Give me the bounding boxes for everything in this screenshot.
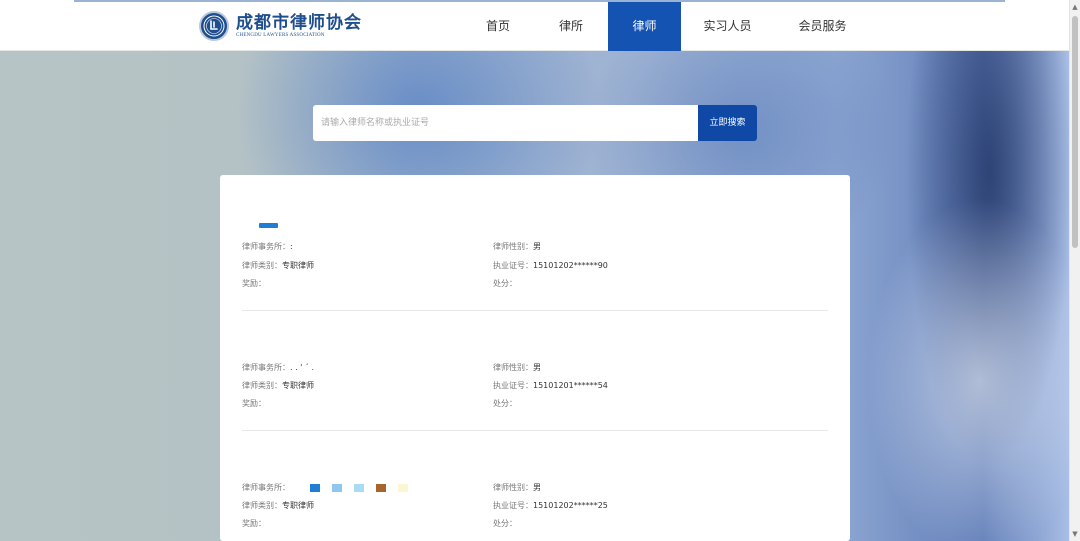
lawyer-search-input[interactable]	[313, 105, 698, 141]
punishment-label: 处分：	[493, 399, 517, 408]
type-row: 律师类别：专职律师	[242, 501, 314, 511]
license-label: 执业证号：	[493, 501, 533, 510]
award-label: 奖励：	[242, 399, 266, 408]
type-label: 律师类别：	[242, 501, 282, 510]
type-row: 律师类别：专职律师	[242, 261, 314, 271]
license-label: 执业证号：	[493, 381, 533, 390]
site-logo[interactable]: 成都市律师协会 CHENGDU LAWYERS ASSOCIATION	[199, 11, 362, 41]
license-row: 执业证号：15101202******25	[493, 501, 608, 511]
firm-value: :	[290, 242, 293, 251]
scroll-thumb[interactable]	[1072, 16, 1078, 248]
redaction-mark	[332, 483, 342, 492]
results-card: 律师事务所：: 律师性别：男 律师类别：专职律师 执业证号：15101202**…	[220, 175, 850, 541]
firm-row: 律师事务所：	[242, 483, 420, 493]
punishment-row: 处分：	[493, 279, 517, 289]
association-emblem-icon	[199, 11, 229, 41]
firm-row: 律师事务所：. . ' ´ .	[242, 363, 314, 373]
license-value: 15101201******54	[533, 381, 608, 390]
license-label: 执业证号：	[493, 261, 533, 270]
nav-home[interactable]: 首页	[462, 2, 534, 51]
gender-value: 男	[533, 363, 541, 372]
nav-law-firms[interactable]: 律所	[534, 2, 608, 51]
search-button[interactable]: 立即搜索	[698, 105, 757, 141]
nav-member-services[interactable]: 会员服务	[774, 2, 871, 51]
award-label: 奖励：	[242, 279, 266, 288]
firm-value: . . ' ´ .	[290, 363, 314, 372]
award-row: 奖励：	[242, 519, 266, 529]
nav-interns[interactable]: 实习人员	[681, 2, 774, 51]
redaction-mark	[398, 483, 408, 492]
page-scrollbar[interactable]: ▲ ▼	[1069, 0, 1080, 541]
gender-label: 律师性别：	[493, 483, 533, 492]
gender-row: 律师性别：男	[493, 483, 541, 493]
punishment-label: 处分：	[493, 519, 517, 528]
license-row: 执业证号：15101201******54	[493, 381, 608, 391]
type-label: 律师类别：	[242, 261, 282, 270]
gender-row: 律师性别：男	[493, 242, 541, 252]
main-nav: 首页 律所 律师 实习人员 会员服务	[462, 2, 871, 51]
nav-lawyers[interactable]: 律师	[608, 2, 681, 51]
type-row: 律师类别：专职律师	[242, 381, 314, 391]
logo-title: 成都市律师协会	[236, 12, 362, 33]
award-row: 奖励：	[242, 399, 266, 409]
redacted-name	[259, 223, 278, 228]
type-label: 律师类别：	[242, 381, 282, 390]
punishment-label: 处分：	[493, 279, 517, 288]
firm-label: 律师事务所：	[242, 242, 290, 251]
scroll-down-icon[interactable]: ▼	[1070, 529, 1080, 539]
firm-label: 律师事务所：	[242, 363, 290, 372]
license-value: 15101202******90	[533, 261, 608, 270]
punishment-row: 处分：	[493, 399, 517, 409]
site-header: 成都市律师协会 CHENGDU LAWYERS ASSOCIATION 首页 律…	[0, 2, 1069, 51]
lawyer-result-item[interactable]: 律师事务所：: 律师性别：男 律师类别：专职律师 执业证号：15101202**…	[242, 175, 828, 311]
lawyer-result-item[interactable]: 律师事务所：. . ' ´ . 律师性别：男 律师类别：专职律师 执业证号：15…	[242, 311, 828, 431]
type-value: 专职律师	[282, 501, 314, 510]
firm-row: 律师事务所：:	[242, 242, 293, 252]
license-row: 执业证号：15101202******90	[493, 261, 608, 271]
scroll-up-icon[interactable]: ▲	[1070, 2, 1080, 12]
award-row: 奖励：	[242, 279, 266, 289]
gender-row: 律师性别：男	[493, 363, 541, 373]
punishment-row: 处分：	[493, 519, 517, 529]
type-value: 专职律师	[282, 381, 314, 390]
lawyer-result-item[interactable]: 律师事务所： 律师性别：男 律师类别：专职律师 执业证号：15101202***…	[242, 431, 828, 541]
redaction-mark	[354, 483, 364, 492]
gender-label: 律师性别：	[493, 363, 533, 372]
type-value: 专职律师	[282, 261, 314, 270]
award-label: 奖励：	[242, 519, 266, 528]
gender-value: 男	[533, 242, 541, 251]
gender-label: 律师性别：	[493, 242, 533, 251]
redaction-mark	[310, 483, 320, 492]
search-bar: 立即搜索	[313, 105, 757, 141]
license-value: 15101202******25	[533, 501, 608, 510]
gender-value: 男	[533, 483, 541, 492]
redaction-mark	[376, 483, 386, 492]
firm-label: 律师事务所：	[242, 483, 290, 492]
logo-subtitle: CHENGDU LAWYERS ASSOCIATION	[236, 32, 325, 38]
